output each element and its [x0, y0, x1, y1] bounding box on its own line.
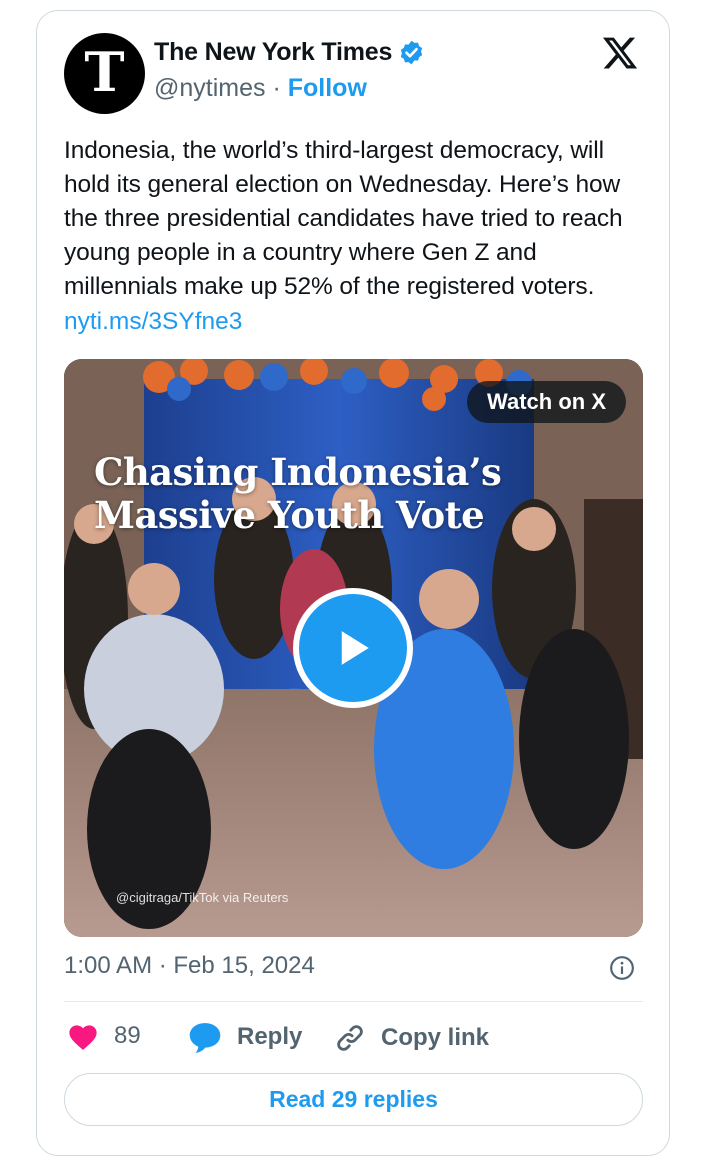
copy-link-button[interactable]: Copy link — [333, 1021, 489, 1055]
video-headline-line2: Massive Youth Vote — [94, 493, 485, 537]
read-replies-label: Read 29 replies — [269, 1086, 438, 1112]
tweet-text: Indonesia, the world’s third-largest dem… — [64, 137, 623, 300]
video-headline: Chasing Indonesia’s Massive Youth Vote — [94, 450, 502, 537]
reply-button[interactable]: Reply — [187, 1021, 302, 1053]
like-button[interactable]: 89 — [66, 1021, 141, 1051]
copy-link-label: Copy link — [381, 1024, 490, 1051]
author-handle[interactable]: @nytimes — [154, 74, 266, 102]
like-count: 89 — [114, 1022, 141, 1049]
x-logo-icon[interactable] — [600, 34, 640, 72]
reply-label: Reply — [237, 1023, 303, 1050]
author-name-row[interactable]: The New York Times — [154, 38, 425, 67]
follow-button[interactable]: Follow — [288, 74, 367, 102]
watch-on-x-button[interactable]: Watch on X — [467, 381, 626, 423]
reply-bubble-icon — [189, 1023, 221, 1053]
video-headline-line1: Chasing Indonesia’s — [94, 450, 502, 494]
nyt-logo-glyph: T — [84, 39, 125, 104]
read-replies-button[interactable]: Read 29 replies — [64, 1073, 643, 1126]
timestamp[interactable]: 1:00 AM · Feb 15, 2024 — [64, 952, 315, 980]
video-credit: @cigitraga/TikTok via Reuters — [116, 890, 289, 905]
handle-row: @nytimes · Follow — [154, 74, 367, 103]
verified-badge-icon — [400, 40, 423, 65]
play-button[interactable] — [293, 588, 413, 708]
link-icon — [337, 1025, 363, 1051]
play-icon — [341, 631, 369, 665]
video-player[interactable]: Watch on X Chasing Indonesia’s Massive Y… — [64, 359, 643, 937]
handle-separator: · — [272, 74, 281, 102]
divider — [64, 1001, 643, 1002]
author-name[interactable]: The New York Times — [154, 38, 392, 67]
info-icon[interactable] — [609, 955, 635, 981]
heart-icon — [69, 1025, 97, 1050]
tweet-link[interactable]: nyti.ms/3SYfne3 — [64, 305, 242, 339]
avatar[interactable]: T — [64, 33, 145, 114]
